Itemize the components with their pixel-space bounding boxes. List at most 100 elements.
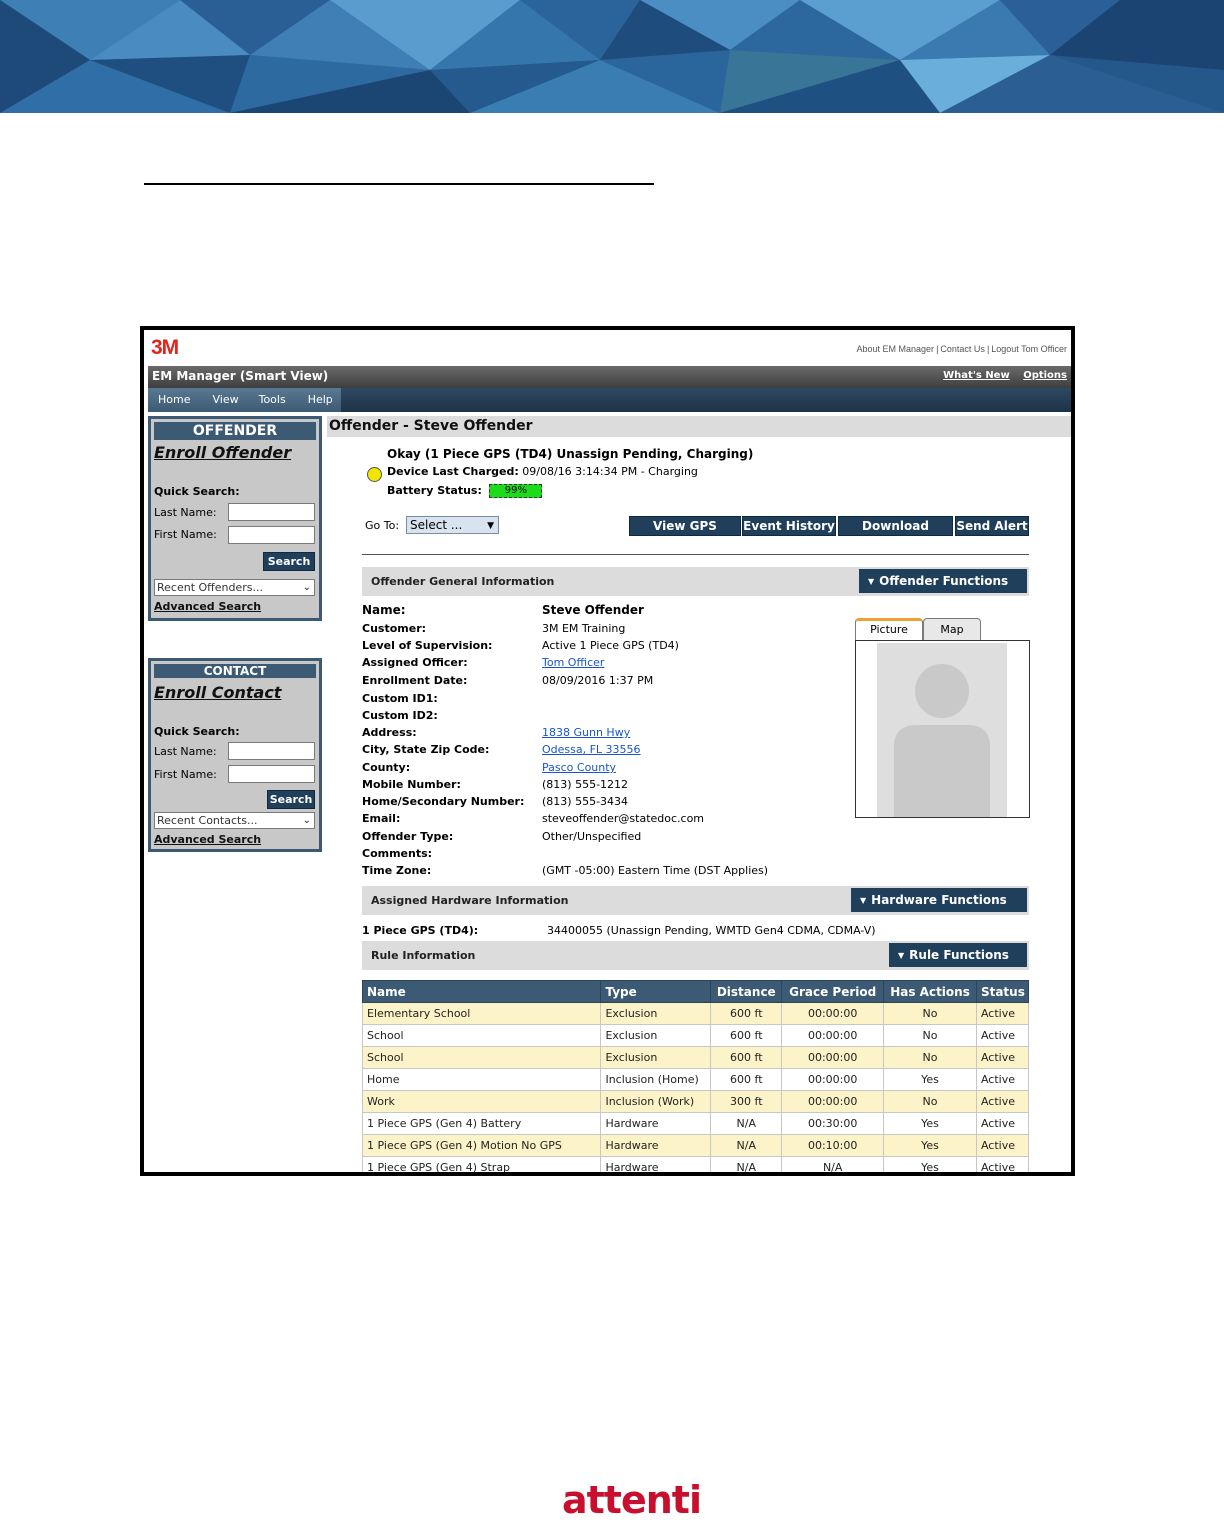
recent-contacts-select[interactable]: Recent Contacts... ⌄ [154, 812, 315, 829]
table-cell: Work [361, 1090, 602, 1113]
col-grace-period[interactable]: Grace Period [781, 980, 885, 1003]
col-distance[interactable]: Distance [710, 980, 783, 1003]
table-cell: No [883, 1046, 977, 1069]
table-row[interactable]: Home Inclusion (Home) 600 ft 00:00:00 Yes Act… [361, 1068, 1030, 1091]
table-cell: Hardware [600, 1156, 712, 1172]
tab-map[interactable]: Map [923, 618, 981, 640]
tab-picture[interactable]: Picture [855, 618, 923, 640]
info-label: Address: [362, 726, 417, 739]
app-title: EM Manager (Smart View) [152, 369, 329, 383]
document-rule [144, 183, 654, 185]
table-cell: 00:30:00 [781, 1112, 885, 1135]
info-value-link[interactable]: 1838 Gunn Hwy [542, 726, 630, 739]
contact-search-button[interactable]: Search [267, 790, 315, 809]
status-summary: Okay (1 Piece GPS (TD4) Unassign Pending… [387, 447, 754, 461]
menu-tools[interactable]: Tools [259, 388, 286, 412]
offender-photo [855, 640, 1030, 818]
options-link[interactable]: Options [1023, 370, 1067, 381]
table-cell: Active [975, 1112, 1030, 1135]
about-link[interactable]: About EM Manager [857, 344, 935, 354]
contact-last-name-input[interactable] [228, 742, 315, 760]
info-value: 3M EM Training [542, 622, 626, 635]
hardware-functions-button[interactable]: ▼ Hardware Functions [851, 888, 1027, 912]
contact-first-name-input[interactable] [228, 765, 315, 783]
table-cell: No [883, 1024, 977, 1047]
contact-panel-header: CONTACT [154, 664, 316, 678]
table-cell: Yes [883, 1134, 977, 1157]
contact-advanced-search-link[interactable]: Advanced Search [154, 833, 261, 846]
offender-first-name-input[interactable] [228, 526, 315, 544]
table-row[interactable]: 1 Piece GPS (Gen 4) Battery Hardware N/A 00… [361, 1112, 1030, 1135]
info-label: Assigned Officer: [362, 656, 468, 669]
send-alert-button[interactable]: Send Alert [955, 516, 1029, 536]
table-row[interactable]: School Exclusion 600 ft 00:00:00 No Active [361, 1024, 1030, 1047]
last-name-label: Last Name: [154, 745, 217, 758]
whats-new-link[interactable]: What's New [943, 370, 1010, 381]
table-cell: School [361, 1046, 602, 1069]
col-status[interactable]: Status [975, 980, 1030, 1003]
menu-home[interactable]: Home [158, 388, 190, 412]
info-value: Steve Offender [542, 603, 644, 617]
recent-contacts-value: Recent Contacts... [157, 814, 258, 827]
table-cell: 1 Piece GPS (Gen 4) Battery [361, 1112, 602, 1135]
enroll-offender-link[interactable]: Enroll Offender [154, 443, 291, 462]
col-name[interactable]: Name [361, 980, 602, 1003]
offender-functions-button[interactable]: ▼ Offender Functions [859, 569, 1027, 593]
table-cell: Home [361, 1068, 602, 1091]
menu-help[interactable]: Help [308, 388, 333, 412]
table-cell: No [883, 1090, 977, 1113]
view-gps-points-button[interactable]: View GPS Points [629, 516, 741, 552]
table-cell: 300 ft [710, 1090, 783, 1113]
table-cell: Yes [883, 1156, 977, 1172]
recent-offenders-select[interactable]: Recent Offenders... ⌄ [154, 579, 315, 596]
info-value: Other/Unspecified [542, 830, 642, 843]
info-label: Enrollment Date: [362, 674, 468, 687]
table-cell: 600 ft [710, 1002, 783, 1025]
offender-advanced-search-link[interactable]: Advanced Search [154, 600, 261, 613]
info-value-link[interactable]: Tom Officer [542, 656, 604, 669]
chevron-down-icon: ⌄ [302, 582, 311, 593]
table-row[interactable]: 1 Piece GPS (Gen 4) Motion No GPS Hardwar… [361, 1134, 1030, 1157]
table-cell: No [883, 1002, 977, 1025]
table-cell: 00:00:00 [781, 1002, 885, 1025]
avatar-placeholder [877, 643, 1007, 817]
col-has-actions[interactable]: Has Actions [883, 980, 977, 1003]
table-cell: 600 ft [710, 1068, 783, 1091]
goto-select[interactable]: Select ... ▼ [406, 516, 499, 534]
table-cell: N/A [781, 1156, 885, 1172]
table-cell: Yes [883, 1112, 977, 1135]
logout-link[interactable]: Logout Tom Officer [991, 344, 1067, 354]
info-value-link[interactable]: Pasco County [542, 761, 616, 774]
info-label: Name: [362, 603, 406, 617]
menu-view[interactable]: View [212, 388, 238, 412]
goto-label: Go To: [365, 519, 400, 532]
charged-value: 09/08/16 3:14:34 PM [522, 465, 638, 478]
table-row[interactable]: School Exclusion 600 ft 00:00:00 No Active [361, 1046, 1030, 1069]
general-info-title: Offender General Information [371, 575, 555, 588]
col-type[interactable]: Type [600, 980, 712, 1003]
offender-search-button[interactable]: Search [263, 552, 315, 571]
info-label: Level of Supervision: [362, 639, 493, 652]
offender-last-name-input[interactable] [228, 503, 315, 521]
contact-us-link[interactable]: Contact Us [940, 344, 985, 354]
quick-search-label: Quick Search: [154, 725, 240, 738]
offender-panel: OFFENDER Enroll Offender Quick Search: L… [148, 416, 322, 621]
triangle-down-icon: ▼ [860, 896, 867, 905]
table-cell: Hardware [600, 1112, 712, 1135]
enroll-contact-link[interactable]: Enroll Contact [154, 683, 281, 702]
hardware-label: 1 Piece GPS (TD4): [362, 924, 479, 937]
table-cell: 00:00:00 [781, 1090, 885, 1113]
info-value: (813) 555-1212 [542, 778, 629, 791]
caret-down-icon: ▼ [487, 521, 494, 531]
rules-header-row: Name Type Distance Grace Period Has Acti… [361, 980, 1030, 1003]
rule-functions-button[interactable]: ▼ Rule Functions [889, 943, 1027, 967]
download-points-button[interactable]: Download Points [838, 516, 953, 552]
table-row[interactable]: Work Inclusion (Work) 300 ft 00:00:00 No Acti… [361, 1090, 1030, 1113]
table-cell: 00:00:00 [781, 1024, 885, 1047]
contact-panel: CONTACT Enroll Contact Quick Search: Las… [148, 658, 322, 852]
info-value-link[interactable]: Odessa, FL 33556 [542, 743, 641, 756]
table-row[interactable]: Elementary School Exclusion 600 ft 00:00:00… [361, 1002, 1030, 1025]
event-history-button[interactable]: Event History [742, 516, 836, 536]
table-cell: Yes [883, 1068, 977, 1091]
table-row[interactable]: 1 Piece GPS (Gen 4) Strap Hardware N/A N/A Y… [361, 1156, 1030, 1172]
